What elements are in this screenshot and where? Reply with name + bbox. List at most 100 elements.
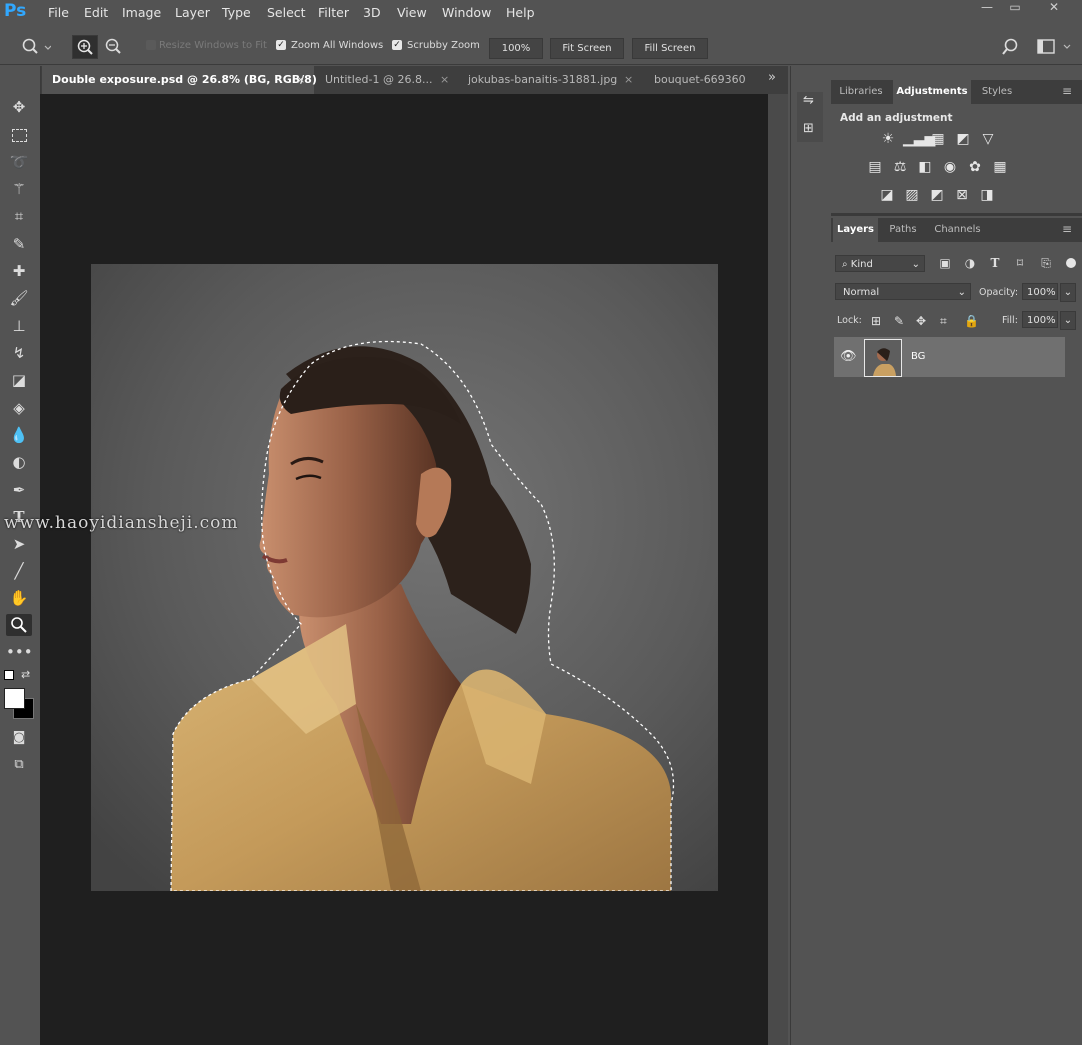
brightness-contrast-icon[interactable]: ☀	[878, 129, 898, 149]
magic-wand-tool-icon[interactable]: ⚚	[6, 178, 32, 200]
workspace-switcher-icon[interactable]	[1036, 38, 1076, 56]
channel-mixer-icon[interactable]: ✿	[965, 157, 985, 177]
menu-type[interactable]: Type	[222, 5, 251, 20]
zoom-value-field[interactable]: 100%	[489, 38, 543, 59]
properties-panel-icon[interactable]: ⊞	[803, 121, 814, 136]
layers-panel-menu-icon[interactable]: ≡	[1062, 222, 1072, 236]
photo-filter-icon[interactable]: ◉	[940, 157, 960, 177]
tab-paths[interactable]: Paths	[882, 218, 924, 242]
close-button[interactable]: ✕	[1040, 0, 1068, 14]
zoom-tool-icon[interactable]	[6, 614, 32, 636]
levels-icon[interactable]: ▁▃▅	[903, 129, 935, 149]
opacity-dropdown-icon[interactable]: ⌄	[1060, 283, 1076, 302]
blur-tool-icon[interactable]: 💧	[6, 424, 32, 446]
line-tool-icon[interactable]: ╱	[6, 560, 32, 582]
black-white-icon[interactable]: ◧	[915, 157, 935, 177]
eraser-tool-icon[interactable]: ◪	[6, 369, 32, 391]
menu-image[interactable]: Image	[122, 5, 161, 20]
tab-layers[interactable]: Layers	[833, 218, 878, 242]
fit-screen-button[interactable]: Fit Screen	[550, 38, 624, 59]
default-colors-icon[interactable]	[4, 670, 14, 680]
menu-help[interactable]: Help	[506, 5, 535, 20]
hand-tool-icon[interactable]: ✋	[6, 587, 32, 609]
menu-window[interactable]: Window	[442, 5, 491, 20]
lock-all-icon[interactable]: 🔒	[964, 314, 979, 328]
history-brush-tool-icon[interactable]: ↯	[6, 342, 32, 364]
dodge-tool-icon[interactable]: ◐	[6, 451, 32, 473]
swap-colors-icon[interactable]: ⇄	[21, 668, 30, 681]
fill-screen-button[interactable]: Fill Screen	[632, 38, 708, 59]
menu-select[interactable]: Select	[267, 5, 306, 20]
vertical-scrollbar[interactable]	[768, 94, 788, 1045]
zoom-out-button[interactable]	[101, 35, 125, 57]
clone-stamp-tool-icon[interactable]: ⊥	[6, 315, 32, 337]
tab-close-icon[interactable]: ×	[296, 66, 305, 94]
selective-color-icon[interactable]: ⊠	[952, 185, 972, 205]
history-panel-icon[interactable]: ⇋	[803, 93, 814, 108]
tab-styles[interactable]: Styles	[976, 80, 1018, 104]
invert-icon[interactable]: ◪	[877, 185, 897, 205]
tabs-overflow-icon[interactable]: »	[768, 70, 776, 85]
tab-adjustments[interactable]: Adjustments	[893, 80, 971, 104]
eyedropper-tool-icon[interactable]: ✎	[6, 233, 32, 255]
zoom-in-button[interactable]	[72, 35, 98, 59]
menu-file[interactable]: File	[48, 5, 69, 20]
posterize-icon[interactable]: ▨	[902, 185, 922, 205]
search-icon[interactable]	[1001, 37, 1021, 57]
brush-tool-icon[interactable]: 🖌	[6, 287, 32, 309]
more-tools-icon[interactable]: •••	[6, 641, 33, 663]
layer-row[interactable]: 👁 BG	[834, 337, 1065, 377]
fill-dropdown-icon[interactable]: ⌄	[1060, 311, 1076, 330]
filter-toggle-icon[interactable]	[1066, 258, 1076, 268]
tab-jokubas-banaitis[interactable]: jokubas-banaitis-31881.jpg	[468, 66, 617, 94]
lock-transparent-icon[interactable]: ⊞	[871, 314, 881, 328]
tab-close-icon[interactable]: ×	[624, 66, 633, 94]
path-selection-tool-icon[interactable]: ➤	[6, 533, 32, 555]
exposure-icon[interactable]: ◩	[953, 129, 973, 149]
filter-shape-icon[interactable]: ⌑	[1012, 256, 1028, 270]
quick-mask-icon[interactable]: ◙	[6, 727, 32, 749]
lock-position-icon[interactable]: ✥	[916, 314, 926, 328]
healing-brush-tool-icon[interactable]: ✚	[6, 260, 32, 282]
gradient-map-icon[interactable]: ◨	[977, 185, 997, 205]
tab-channels[interactable]: Channels	[930, 218, 985, 242]
paint-bucket-tool-icon[interactable]: ◈	[6, 397, 32, 419]
foreground-color-swatch[interactable]	[4, 688, 25, 709]
tab-untitled-1[interactable]: Untitled-1 @ 26.8...	[325, 66, 432, 94]
tab-double-exposure[interactable]: Double exposure.psd @ 26.8% (BG, RGB/8)	[42, 66, 317, 94]
panel-menu-icon[interactable]: ≡	[1062, 84, 1072, 98]
threshold-icon[interactable]: ◩	[927, 185, 947, 205]
opacity-field[interactable]: 100%	[1022, 283, 1058, 300]
tab-libraries[interactable]: Libraries	[836, 80, 886, 104]
fill-field[interactable]: 100%	[1022, 311, 1058, 328]
resize-windows-checkbox[interactable]	[146, 40, 156, 50]
visibility-eye-icon[interactable]: 👁	[840, 349, 857, 364]
menu-filter[interactable]: Filter	[318, 5, 349, 20]
zoom-tool-preset-icon[interactable]	[21, 38, 51, 56]
scrubby-zoom-checkbox[interactable]: ✓	[392, 40, 402, 50]
tab-bouquet[interactable]: bouquet-669360	[654, 66, 746, 94]
restore-button[interactable]: ▭	[1001, 0, 1029, 14]
menu-edit[interactable]: Edit	[84, 5, 108, 20]
minimize-button[interactable]: —	[973, 0, 1001, 14]
screen-mode-icon[interactable]: ⧉	[6, 754, 32, 776]
menu-3d[interactable]: 3D	[363, 5, 381, 20]
color-balance-icon[interactable]: ⚖	[890, 157, 910, 177]
hue-saturation-icon[interactable]: ▤	[865, 157, 885, 177]
move-tool-icon[interactable]: ✥	[6, 96, 32, 118]
layer-filter-kind[interactable]: ⌕ Kind ⌄	[835, 255, 925, 272]
lock-image-icon[interactable]: ✎	[894, 314, 904, 328]
vibrance-icon[interactable]: ▽	[978, 129, 998, 149]
filter-smart-object-icon[interactable]: ⎘	[1038, 256, 1054, 271]
filter-adjustment-icon[interactable]: ◑	[962, 256, 978, 270]
layer-name[interactable]: BG	[911, 351, 925, 362]
color-lookup-icon[interactable]: ▦	[990, 157, 1010, 177]
crop-tool-icon[interactable]: ⌗	[6, 205, 32, 227]
filter-pixel-icon[interactable]: ▣	[937, 256, 953, 270]
filter-type-icon[interactable]: T	[987, 256, 1003, 270]
pen-tool-icon[interactable]: ✒	[6, 479, 32, 501]
tab-close-icon[interactable]: ×	[440, 66, 449, 94]
menu-layer[interactable]: Layer	[175, 5, 210, 20]
curves-icon[interactable]: ▦	[928, 129, 948, 149]
zoom-all-windows-checkbox[interactable]: ✓	[276, 40, 286, 50]
